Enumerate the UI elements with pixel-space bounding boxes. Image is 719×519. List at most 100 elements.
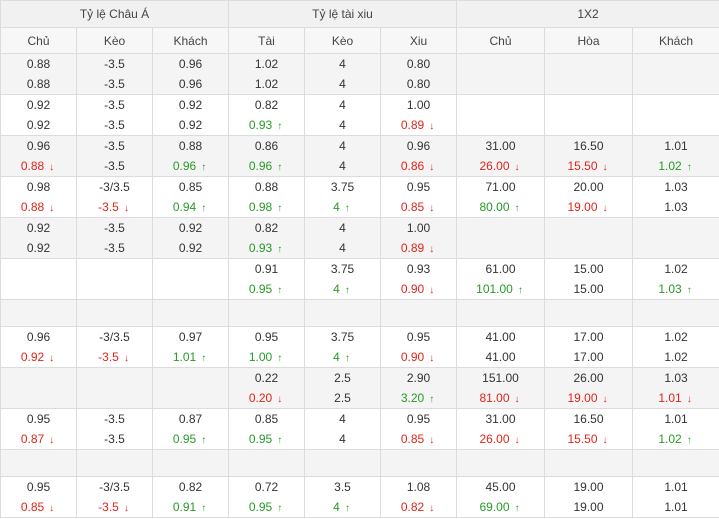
odds-line: 0.86↓	[381, 156, 456, 176]
table-row-empty[interactable]	[1, 450, 719, 477]
odds-line: 0.96↑	[229, 156, 304, 176]
odds-value: 101.00	[476, 282, 513, 296]
odds-line: 0.95	[381, 409, 456, 429]
cell-x12-draw	[545, 218, 633, 259]
table-row[interactable]: 0.920.92-3.5-3.50.920.920.820.93↑441.000…	[1, 95, 719, 136]
odds-line: 2.90	[381, 368, 456, 388]
arrow-up-icon: ↑	[199, 158, 208, 178]
odds-value: 1.08	[407, 480, 430, 494]
table-row-empty[interactable]	[1, 300, 719, 327]
arrow-up-icon: ↑	[343, 499, 352, 519]
odds-line: 0.80	[381, 54, 456, 74]
odds-value: 0.91	[173, 500, 196, 514]
odds-value: 17.00	[574, 330, 604, 344]
odds-value: -3/3.5	[99, 330, 130, 344]
table-row[interactable]: 0.880.88-3.5-3.50.960.961.021.02440.800.…	[1, 54, 719, 95]
cell-ah-line: -3.5-3.5	[77, 409, 153, 450]
cell-ou-under: 0.930.90↓	[381, 259, 457, 300]
odds-value: 0.95	[249, 432, 272, 446]
odds-line: -3.5↓	[77, 497, 152, 517]
table-row[interactable]: 0.910.95↑3.754↑0.930.90↓61.00101.00↑15.0…	[1, 259, 719, 300]
odds-value: 4	[339, 118, 346, 132]
odds-line: -3.5	[77, 95, 152, 115]
odds-value: 0.86	[401, 159, 424, 173]
table-row[interactable]: 0.220.20↓2.52.52.903.20↑151.0081.00↓26.0…	[1, 368, 719, 409]
odds-line: 0.88	[1, 54, 76, 74]
table-row[interactable]: 0.960.88↓-3.5-3.50.880.96↑0.860.96↑440.9…	[1, 136, 719, 177]
cell-ah-away: 0.82 0.91↑	[153, 477, 229, 518]
odds-value: 0.80	[407, 57, 430, 71]
arrow-up-icon: ↑	[199, 499, 208, 519]
cell-x12-away	[633, 95, 719, 136]
odds-line: -3.5	[77, 136, 152, 156]
odds-line: 4	[305, 156, 380, 176]
odds-line: 1.03	[633, 197, 719, 217]
odds-value: 1.02	[664, 262, 687, 276]
odds-line: 81.00↓	[457, 388, 544, 408]
odds-line: 3.75	[305, 259, 380, 279]
odds-line: 20.00	[545, 177, 632, 197]
odds-value: 0.86	[255, 139, 278, 153]
cell-ou-under: 0.800.80	[381, 54, 457, 95]
odds-line: 0.82	[153, 477, 228, 497]
odds-line: 1.03	[633, 368, 719, 388]
odds-line: 0.98↑	[229, 197, 304, 217]
odds-line: 1.01↓	[633, 388, 719, 408]
cell-ah-home: 0.920.92	[1, 218, 77, 259]
odds-line: -3.5	[77, 409, 152, 429]
odds-line: 4	[305, 54, 380, 74]
odds-value: 3.75	[331, 262, 354, 276]
arrow-up-icon: ↑	[275, 117, 284, 137]
odds-value: -3.5	[98, 350, 119, 364]
odds-line: 41.00	[457, 347, 544, 367]
cell-ah-home: 0.960.92↓	[1, 327, 77, 368]
odds-line: 0.85	[153, 177, 228, 197]
odds-value: 4	[333, 200, 340, 214]
col-header-1x2-away: Khách	[633, 28, 719, 54]
odds-line: 0.85↓	[1, 497, 76, 517]
table-row[interactable]: 0.980.88↓-3/3.5-3.5↓0.850.94↑0.880.98↑3.…	[1, 177, 719, 218]
cell-ou-line: 44	[305, 409, 381, 450]
odds-value: 19.00	[574, 500, 604, 514]
arrow-up-icon: ↑	[275, 431, 284, 451]
cell-x12-home: 71.0080.00↑	[457, 177, 545, 218]
column-header-row: Chủ Kèo Khách Tài Kèo Xiu Chủ Hòa Khách	[1, 28, 719, 54]
odds-value: 81.00	[480, 391, 510, 405]
cell-x12-away: 1.031.03	[633, 177, 719, 218]
odds-line: 26.00	[545, 368, 632, 388]
cell-ah-away: 0.971.01↑	[153, 327, 229, 368]
cell-ah-away: 0.850.94↑	[153, 177, 229, 218]
odds-line: 0.92	[1, 218, 76, 238]
table-row[interactable]: 0.920.92-3.5-3.50.920.920.820.93↑441.000…	[1, 218, 719, 259]
odds-line: 1.01	[633, 477, 719, 497]
arrow-up-icon: ↑	[685, 281, 694, 301]
odds-value: 17.00	[574, 350, 604, 364]
cell-ou-line: 2.52.5	[305, 368, 381, 409]
cell-ah-home: 0.980.88↓	[1, 177, 77, 218]
odds-value: 0.94	[173, 200, 196, 214]
odds-value: 1.00	[407, 221, 430, 235]
col-header-ou-under: Xiu	[381, 28, 457, 54]
cell-ah-home	[1, 368, 77, 409]
table-row[interactable]: 0.950.87↓-3.5-3.50.870.95↑0.850.95↑440.9…	[1, 409, 719, 450]
arrow-down-icon: ↓	[122, 199, 131, 219]
odds-line: 19.00↓	[545, 197, 632, 217]
odds-value: 26.00	[480, 159, 510, 173]
cell-ou-over: 0.910.95↑	[229, 259, 305, 300]
cell-ou-under	[381, 450, 457, 477]
cell-x12-home: 61.00101.00↑	[457, 259, 545, 300]
odds-value: 80.00	[480, 200, 510, 214]
odds-value: 1.01	[664, 500, 687, 514]
odds-line: 1.01↑	[153, 347, 228, 367]
col-header-ou-over: Tài	[229, 28, 305, 54]
odds-line: 80.00↑	[457, 197, 544, 217]
cell-ou-over: 0.220.20↓	[229, 368, 305, 409]
odds-line: 4↑	[305, 197, 380, 217]
table-row[interactable]: 0.950.85↓-3/3.5-3.5↓0.820.91↑0.720.95↑3.…	[1, 477, 719, 518]
odds-value: 0.92	[179, 118, 202, 132]
odds-value: 41.00	[486, 330, 516, 344]
odds-line: 69.00↑	[457, 497, 544, 517]
odds-line: 0.95↑	[229, 497, 304, 517]
cell-x12-away	[633, 450, 719, 477]
table-row[interactable]: 0.960.92↓-3/3.5-3.5↓0.971.01↑0.951.00↑3.…	[1, 327, 719, 368]
